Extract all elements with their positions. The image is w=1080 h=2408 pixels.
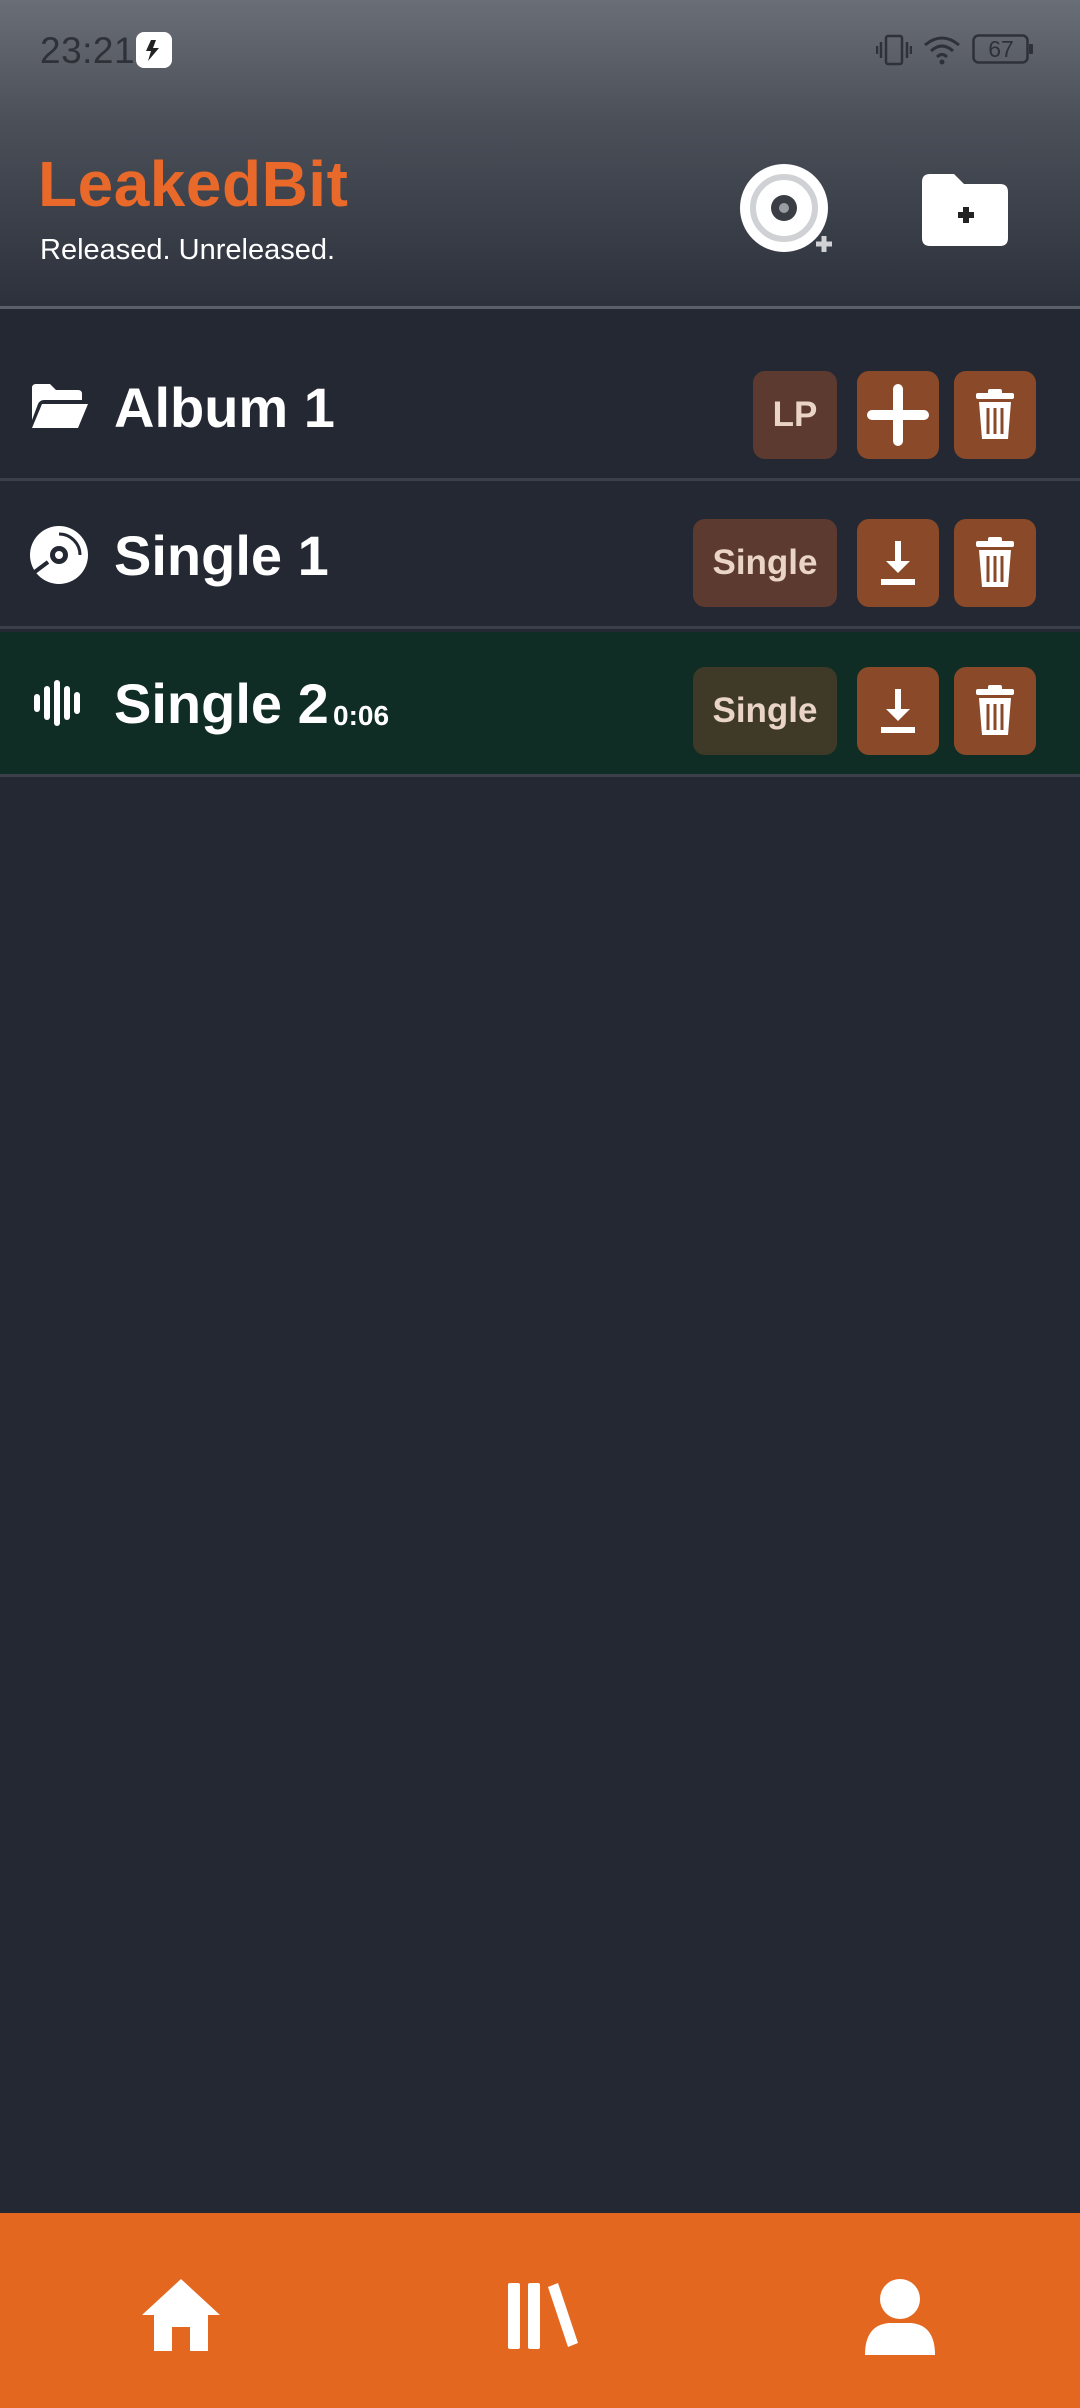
- app-subtitle: Released. Unreleased.: [40, 234, 336, 266]
- nav-home-button[interactable]: [136, 2271, 226, 2361]
- trash-icon: [976, 537, 1014, 587]
- list-item-single-2[interactable]: Single 2 0:06 Single: [0, 632, 1080, 777]
- download-icon: [881, 689, 915, 733]
- compact-disc-icon: [30, 526, 88, 584]
- download-button[interactable]: [857, 519, 939, 607]
- profile-icon: [865, 2279, 935, 2355]
- item-title: Album 1: [114, 376, 335, 439]
- library-icon: [508, 2283, 578, 2349]
- download-icon: [881, 541, 915, 585]
- app-notification-icon: [136, 32, 172, 68]
- download-button[interactable]: [857, 667, 939, 755]
- vibrate-icon: [876, 34, 912, 66]
- trash-icon: [976, 685, 1014, 735]
- app-title: LeakedBit: [38, 148, 349, 220]
- add-folder-icon: [922, 174, 1008, 246]
- add-disc-icon: [740, 164, 832, 252]
- delete-button[interactable]: [954, 519, 1036, 607]
- audio-wave-icon: [34, 680, 80, 726]
- status-time: 23:21: [40, 30, 136, 71]
- app-header: 23:21 67 LeakedBit Released. Unreleased.: [0, 0, 1080, 309]
- trash-icon: [976, 389, 1014, 439]
- delete-button[interactable]: [954, 667, 1036, 755]
- wifi-icon: [924, 36, 960, 65]
- battery-level: 67: [988, 36, 1014, 62]
- add-button[interactable]: [857, 371, 939, 459]
- nav-profile-button[interactable]: [855, 2271, 945, 2361]
- add-icon: [867, 384, 929, 446]
- type-badge: LP: [753, 371, 837, 459]
- item-title: Single 1: [114, 524, 329, 587]
- delete-button[interactable]: [954, 371, 1036, 459]
- list-item-single-1[interactable]: Single 1 Single: [0, 484, 1080, 629]
- home-icon: [142, 2279, 220, 2351]
- nav-library-button[interactable]: [496, 2271, 586, 2361]
- battery-icon: 67: [972, 34, 1034, 64]
- bottom-navigation: [0, 2213, 1080, 2408]
- item-title: Single 2: [114, 672, 329, 735]
- add-disc-button[interactable]: [736, 160, 836, 260]
- folder-open-icon: [32, 384, 88, 428]
- list-item-album-1[interactable]: Album 1 LP: [0, 336, 1080, 481]
- add-folder-button[interactable]: [918, 168, 1012, 250]
- type-badge: Single: [693, 519, 837, 607]
- type-badge: Single: [693, 667, 837, 755]
- status-bar: 23:21 67: [0, 0, 1080, 100]
- item-duration: 0:06: [333, 700, 390, 731]
